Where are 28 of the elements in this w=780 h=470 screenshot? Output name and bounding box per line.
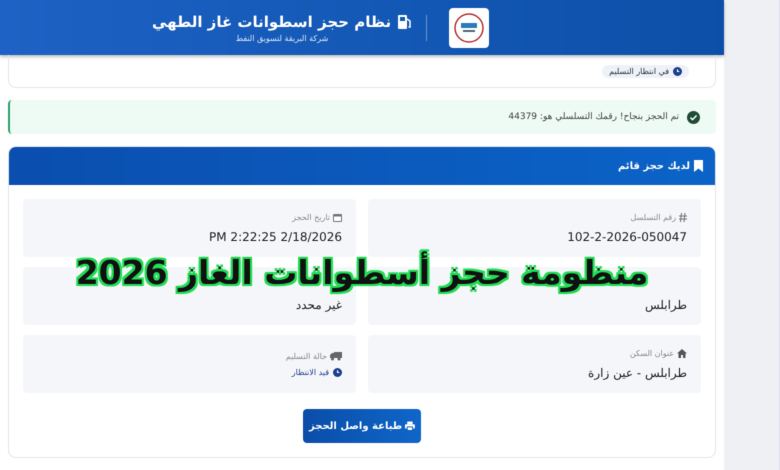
truck-icon: [330, 352, 342, 360]
company-name: شركة البريقة لتسويق النفط: [236, 34, 328, 42]
check-circle-icon: [687, 110, 700, 124]
app-title: نظام حجز اسطوانات غاز الطهي: [152, 12, 392, 30]
home-icon: [677, 349, 688, 358]
calendar-icon: [333, 213, 342, 222]
gas-pump-icon: [396, 14, 412, 30]
printer-icon: [405, 421, 416, 431]
field-value: طرابلس: [644, 298, 688, 312]
field-value: PM 2:22:25 2/18/2026: [208, 230, 342, 244]
status-badge: في انتظار التسليم: [602, 64, 690, 78]
field-value: غير محدد: [294, 298, 342, 312]
field-value: 102-2-2026-050047: [566, 230, 688, 244]
hash-icon: [679, 213, 688, 222]
logo-icon: [449, 8, 490, 48]
bookmark-icon: [694, 160, 704, 172]
print-button[interactable]: طباعة واصل الحجز: [303, 409, 422, 443]
alert-message: تم الحجز بنجاح! رقمك التسلسلي هو: 44379: [508, 112, 680, 122]
status-text: قيد الانتظار: [292, 368, 330, 377]
overlay-title: منظومة حجز أسطوانات الغاز 2026: [74, 250, 650, 294]
clock-icon: [673, 66, 682, 76]
field-label: رقم التسلسل: [630, 213, 676, 222]
field-value: طرابلس - عين زارة: [587, 366, 688, 380]
field-label: حالة التسليم: [286, 352, 328, 360]
field-label: تاريخ الحجز: [292, 213, 330, 222]
field-label: عنوان السكن: [630, 349, 674, 358]
panel-title: لديك حجز قائم: [618, 160, 690, 172]
clock-icon: [333, 368, 342, 377]
